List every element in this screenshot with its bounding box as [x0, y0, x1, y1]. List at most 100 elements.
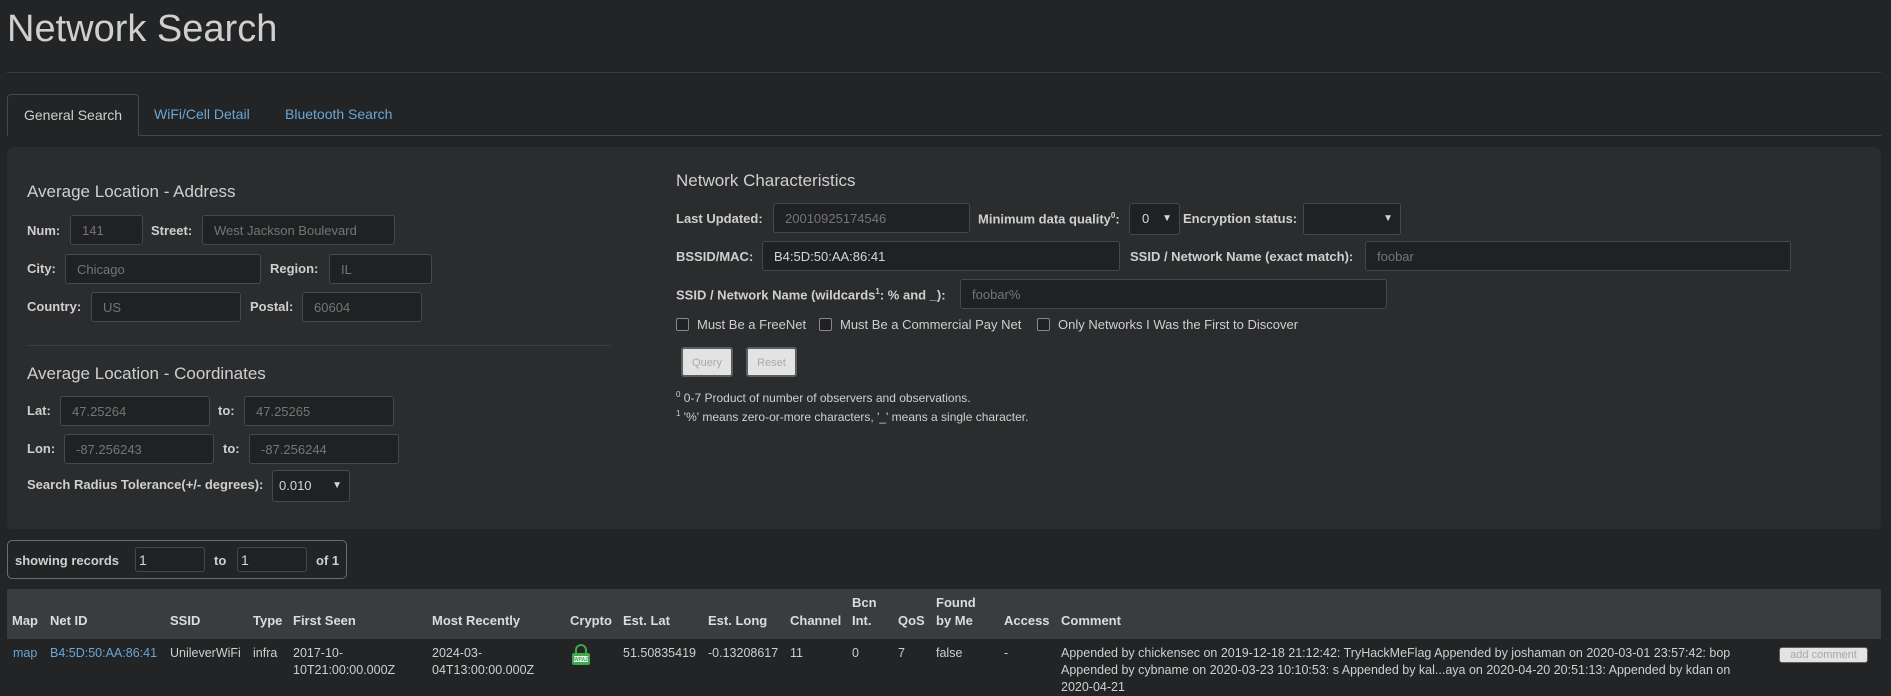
- city-label: City:: [27, 261, 56, 276]
- th-netid: Net ID: [50, 613, 88, 628]
- th-found-b: by Me: [936, 613, 973, 628]
- cell-found-by-me: false: [936, 646, 963, 660]
- region-label: Region:: [270, 261, 319, 276]
- num-label: Num:: [27, 223, 61, 238]
- query-button[interactable]: Query: [681, 347, 733, 377]
- lat-to-label: to:: [218, 403, 235, 418]
- th-crypto: Crypto: [570, 613, 612, 628]
- showing-records-label: showing records: [15, 553, 120, 568]
- tab-bluetooth-search[interactable]: Bluetooth Search: [269, 94, 408, 135]
- tab-general-search[interactable]: General Search: [7, 94, 140, 136]
- first-discover-label: Only Networks I Was the First to Discove…: [1058, 317, 1299, 332]
- bssid-input[interactable]: [762, 241, 1120, 271]
- cell-first-seen-a: 2017-10-: [293, 646, 344, 660]
- chevron-down-icon: ▼: [1383, 213, 1393, 224]
- lat-label: Lat:: [27, 403, 51, 418]
- lon-to-label: to:: [223, 441, 240, 456]
- chevron-down-icon: ▼: [1162, 213, 1172, 224]
- encryption-label: Encryption status:: [1183, 211, 1298, 226]
- map-link[interactable]: map: [13, 645, 37, 662]
- records-to-input[interactable]: [237, 547, 307, 572]
- footnote-1: 1 '%' means zero-or-more characters, '_'…: [676, 409, 1028, 424]
- lat-from-input[interactable]: [60, 396, 210, 426]
- freenet-label: Must Be a FreeNet: [697, 317, 807, 332]
- th-map: Map: [12, 613, 38, 628]
- encryption-select[interactable]: ▼: [1303, 203, 1401, 235]
- add-comment-button[interactable]: add comment: [1779, 647, 1868, 663]
- th-type: Type: [253, 613, 283, 628]
- ssid-wildcard-label: SSID / Network Name (wildcards1: % and _…: [676, 287, 946, 302]
- ssid-wildcard-input[interactable]: [960, 279, 1387, 309]
- th-found-a: Found: [936, 595, 976, 610]
- cell-qos: 7: [898, 646, 905, 660]
- reset-button[interactable]: Reset: [746, 347, 797, 377]
- title-divider: [7, 72, 1881, 73]
- th-ssid: SSID: [170, 613, 201, 628]
- checkbox-icon[interactable]: [819, 318, 832, 331]
- th-est-long: Est. Long: [708, 613, 768, 628]
- cell-most-recent-a: 2024-03-: [432, 646, 483, 660]
- cell-first-seen: 2017-10- 10T21:00:00.000Z: [293, 645, 395, 679]
- last-updated-input[interactable]: [773, 203, 970, 233]
- records-to-label: to: [214, 553, 227, 568]
- checkbox-icon[interactable]: [676, 318, 689, 331]
- paynet-checkbox[interactable]: Must Be a Commercial Pay Net: [819, 317, 1021, 332]
- lon-label: Lon:: [27, 441, 56, 456]
- th-most-recently: Most Recently: [432, 613, 521, 628]
- network-heading: Network Characteristics: [676, 171, 856, 190]
- lon-to-input[interactable]: [249, 434, 399, 464]
- records-from-input[interactable]: [135, 547, 205, 572]
- th-bcn-b: Int.: [852, 613, 872, 628]
- th-est-lat: Est. Lat: [623, 613, 670, 628]
- th-access: Access: [1004, 613, 1050, 628]
- records-of-label: of 1: [316, 553, 340, 568]
- cell-first-seen-b: 10T21:00:00.000Z: [293, 663, 396, 677]
- radius-select-value: 0.010: [279, 478, 312, 493]
- ssid-exact-input[interactable]: [1365, 241, 1791, 271]
- cell-access: -: [1004, 646, 1009, 660]
- lat-to-input[interactable]: [244, 396, 394, 426]
- cell-most-recent-b: 04T13:00:00.000Z: [432, 663, 535, 677]
- tab-wifi-cell-detail[interactable]: WiFi/Cell Detail: [138, 94, 266, 135]
- th-bcn-a: Bcn: [852, 595, 877, 610]
- th-first-seen: First Seen: [293, 613, 356, 628]
- netid-link[interactable]: B4:5D:50:AA:86:41: [50, 645, 157, 662]
- th-qos: QoS: [898, 613, 925, 628]
- country-label: Country:: [27, 299, 82, 314]
- th-comment: Comment: [1061, 613, 1121, 628]
- cell-ssid: UnileverWiFi: [170, 646, 241, 660]
- ssid-exact-label: SSID / Network Name (exact match):: [1130, 249, 1354, 264]
- paynet-label: Must Be a Commercial Pay Net: [840, 317, 1022, 332]
- min-quality-label: Minimum data quality0:: [978, 211, 1120, 227]
- country-input[interactable]: [91, 292, 241, 322]
- ssid-wildcard-label-b: : % and _):: [879, 287, 946, 303]
- cell-bcn-int: 0: [852, 646, 859, 660]
- search-tabs: General Search WiFi/Cell Detail Bluetoot…: [7, 94, 1881, 136]
- street-label: Street:: [151, 223, 193, 238]
- footnote-0: 0 0-7 Product of number of observers and…: [676, 390, 971, 405]
- cell-est-lat: 51.50835419: [623, 646, 696, 660]
- last-updated-label: Last Updated:: [676, 211, 763, 226]
- city-input[interactable]: [65, 254, 261, 284]
- lon-from-input[interactable]: [64, 434, 214, 464]
- postal-label: Postal:: [250, 299, 294, 314]
- street-input[interactable]: [202, 215, 395, 245]
- lock-wpa-icon: WPA2: [570, 644, 592, 669]
- svg-text:WPA2: WPA2: [574, 657, 588, 663]
- results-table-header: Map Net ID SSID Type First Seen Most Rec…: [7, 589, 1881, 639]
- min-quality-select[interactable]: 0 ▼: [1129, 203, 1180, 235]
- th-channel: Channel: [790, 613, 842, 628]
- checkbox-icon[interactable]: [1037, 318, 1050, 331]
- first-discover-checkbox[interactable]: Only Networks I Was the First to Discove…: [1037, 317, 1298, 332]
- postal-input[interactable]: [302, 292, 422, 322]
- min-quality-select-value: 0: [1142, 211, 1150, 226]
- freenet-checkbox[interactable]: Must Be a FreeNet: [676, 317, 806, 332]
- radius-select[interactable]: 0.010 ▼: [272, 470, 350, 502]
- region-input[interactable]: [329, 254, 432, 284]
- bssid-label: BSSID/MAC:: [676, 249, 754, 264]
- radius-label: Search Radius Tolerance(+/- degrees):: [27, 477, 264, 492]
- comment-line-3: 2020-04-21: [1061, 680, 1125, 694]
- cell-est-long: -0.13208617: [708, 646, 779, 660]
- ssid-wildcard-label-a: SSID / Network Name (wildcards: [676, 287, 876, 303]
- num-input[interactable]: [70, 215, 143, 245]
